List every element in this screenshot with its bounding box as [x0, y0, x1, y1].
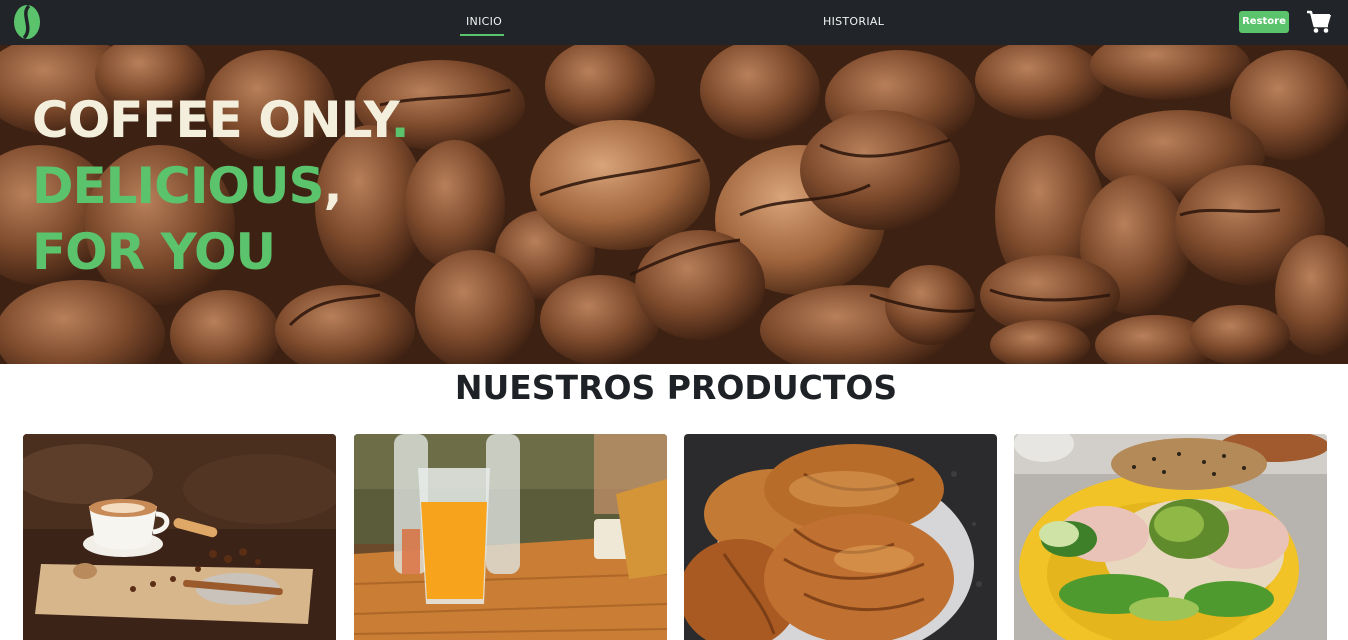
hero-line-3: FOR YOU — [32, 223, 276, 281]
hero-line-2-punct: , — [323, 157, 343, 215]
coffee-cup-image — [23, 434, 336, 640]
product-card-juice[interactable] — [354, 434, 667, 640]
hero-line-1-punct: . — [390, 91, 410, 149]
nav-link-inicio[interactable]: INICIO — [466, 15, 502, 28]
restore-button[interactable]: Restore — [1239, 11, 1289, 33]
active-nav-indicator — [460, 34, 504, 36]
hero-line-2-text: DELICIOUS — [32, 157, 325, 215]
hero-line-1: COFFEE ONLY. — [32, 87, 410, 153]
nav-link-historial[interactable]: HISTORIAL — [823, 15, 884, 28]
hero-line-2: DELICIOUS, — [32, 153, 409, 219]
navbar: INICIO HISTORIAL Restore — [0, 0, 1348, 45]
sandwich-image — [1014, 434, 1327, 640]
orange-juice-image — [354, 434, 667, 640]
croissants-image — [684, 434, 997, 640]
product-card-coffee[interactable] — [23, 434, 336, 640]
section-title: NUESTROS PRODUCTOS — [454, 368, 898, 407]
product-card-sandwich[interactable] — [1014, 434, 1327, 640]
hero-line-1-text: COFFEE ONLY — [32, 91, 392, 149]
shopping-cart-icon[interactable] — [1306, 10, 1332, 34]
hero-headline: COFFEE ONLY. DELICIOUS, FOR YOU — [32, 87, 410, 285]
coffee-bean-logo-icon[interactable] — [12, 4, 42, 40]
product-card-croissants[interactable] — [684, 434, 997, 640]
hero-banner: COFFEE ONLY. DELICIOUS, FOR YOU — [0, 45, 1348, 364]
